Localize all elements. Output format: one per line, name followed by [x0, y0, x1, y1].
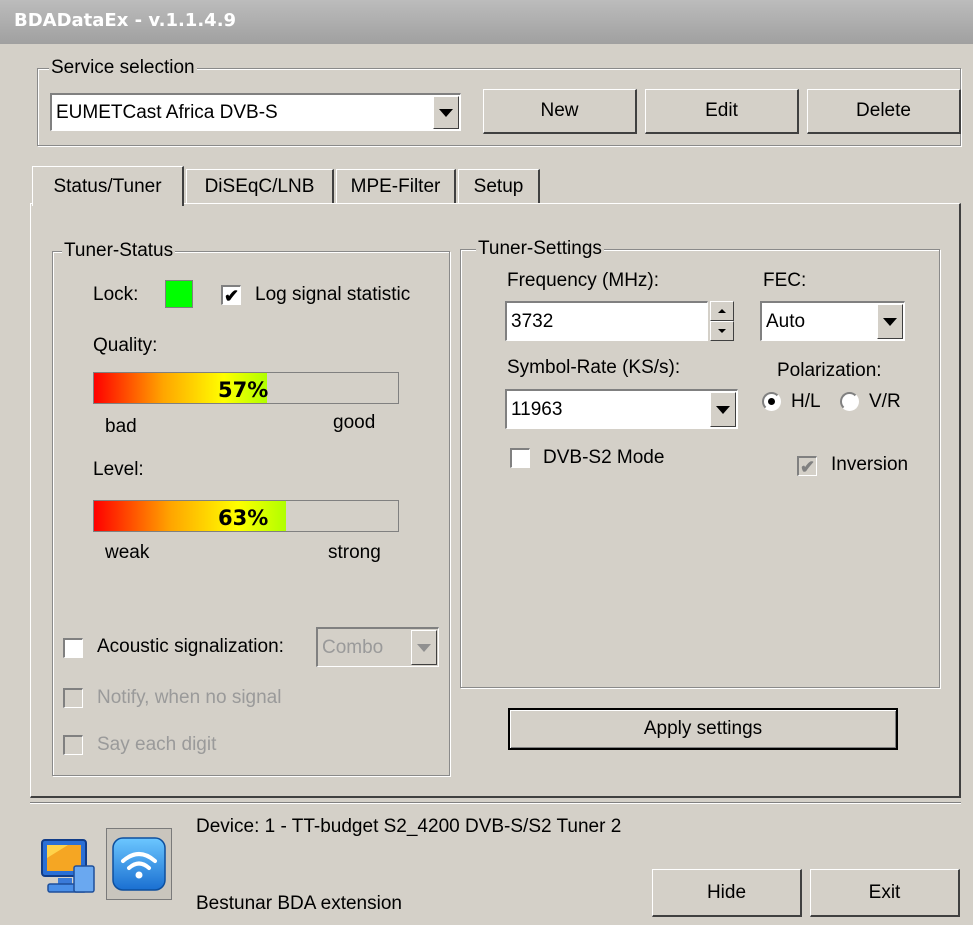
fec-dropdown-button[interactable]	[877, 304, 903, 339]
tuner-settings-label: Tuner-Settings	[476, 238, 604, 259]
frequency-label: Frequency (MHz):	[507, 270, 660, 291]
arrow-down-icon	[718, 329, 726, 333]
polarization-vr-label: V/R	[869, 391, 901, 412]
dvbs2-checkbox[interactable]	[510, 448, 530, 468]
title-bar: BDADataEx - v.1.1.4.9	[0, 0, 973, 44]
tab-setup[interactable]: Setup	[458, 169, 540, 203]
tuner-status-label: Tuner-Status	[62, 240, 176, 261]
polarization-hl-label: H/L	[791, 391, 821, 412]
window-title: BDADataEx - v.1.1.4.9	[14, 10, 237, 31]
tab-diseqc-lnb[interactable]: DiSEqC/LNB	[186, 169, 334, 203]
apply-settings-button[interactable]: Apply settings	[508, 708, 898, 750]
monitor-icon	[38, 838, 98, 896]
exit-button[interactable]: Exit	[810, 869, 960, 917]
level-value: 63%	[218, 506, 269, 530]
polarization-vr-radio[interactable]	[840, 392, 859, 411]
symbol-rate-dropdown-button[interactable]	[710, 392, 736, 427]
acoustic-select[interactable]: Combo	[316, 627, 439, 667]
fec-value: Auto	[766, 310, 806, 332]
extension-label: Bestunar BDA extension	[196, 893, 402, 914]
tab-setup-label: Setup	[473, 175, 524, 197]
symbol-rate-value: 11963	[511, 398, 563, 420]
log-signal-checkbox[interactable]: ✔	[221, 285, 241, 305]
frequency-spin-down[interactable]	[710, 321, 734, 341]
level-high-label: strong	[328, 542, 381, 563]
acoustic-select-value: Combo	[322, 636, 384, 658]
frequency-value: 3732	[511, 310, 554, 332]
footer-divider	[30, 802, 961, 804]
tab-status-tuner-label: Status/Tuner	[53, 175, 162, 197]
quality-low-label: bad	[105, 416, 137, 437]
frequency-input[interactable]: 3732	[505, 301, 708, 341]
level-label: Level:	[93, 459, 144, 480]
acoustic-label: Acoustic signalization:	[97, 636, 284, 657]
service-selection-label: Service selection	[49, 57, 197, 78]
device-label: Device: 1 - TT-budget S2_4200 DVB-S/S2 T…	[196, 816, 622, 837]
log-signal-label: Log signal statistic	[255, 284, 411, 305]
lock-indicator	[165, 280, 193, 308]
chevron-down-icon	[716, 405, 730, 414]
new-button[interactable]: New	[483, 89, 637, 134]
symbol-rate-select[interactable]: 11963	[505, 389, 738, 429]
chevron-down-icon	[439, 108, 453, 117]
quality-label: Quality:	[93, 335, 158, 356]
chevron-down-icon	[417, 643, 431, 652]
say-digit-checkbox[interactable]	[63, 735, 83, 755]
polarization-hl-radio[interactable]	[762, 392, 781, 411]
service-dropdown-button[interactable]	[433, 96, 459, 129]
service-select[interactable]: EUMETCast Africa DVB-S	[50, 93, 461, 131]
chevron-down-icon	[883, 317, 897, 326]
wifi-icon	[106, 828, 172, 900]
frequency-spin-up[interactable]	[710, 301, 734, 321]
dvbs2-label: DVB-S2 Mode	[543, 447, 665, 468]
lock-label: Lock:	[93, 284, 139, 305]
service-select-value: EUMETCast Africa DVB-S	[56, 101, 278, 123]
hide-button[interactable]: Hide	[652, 869, 802, 917]
say-digit-label: Say each digit	[97, 734, 217, 755]
fec-label: FEC:	[763, 270, 807, 291]
quality-value: 57%	[218, 378, 269, 402]
quality-high-label: good	[333, 412, 376, 433]
tab-status-tuner[interactable]: Status/Tuner	[32, 166, 184, 206]
tab-mpe-filter-label: MPE-Filter	[350, 175, 441, 197]
radio-dot-icon	[768, 398, 775, 405]
inversion-label: Inversion	[831, 454, 909, 475]
level-low-label: weak	[105, 542, 150, 563]
edit-button[interactable]: Edit	[645, 89, 799, 134]
delete-button[interactable]: Delete	[807, 89, 961, 134]
notify-label: Notify, when no signal	[97, 687, 282, 708]
tab-diseqc-lnb-label: DiSEqC/LNB	[204, 175, 315, 197]
symbol-rate-label: Symbol-Rate (KS/s):	[507, 357, 681, 378]
polarization-label: Polarization:	[777, 360, 882, 381]
notify-checkbox[interactable]	[63, 688, 83, 708]
acoustic-dropdown-button[interactable]	[411, 630, 437, 665]
acoustic-checkbox[interactable]	[63, 638, 83, 658]
arrow-up-icon	[718, 309, 726, 313]
fec-select[interactable]: Auto	[760, 301, 905, 341]
tab-mpe-filter[interactable]: MPE-Filter	[336, 169, 456, 203]
inversion-checkbox[interactable]: ✔	[797, 456, 817, 476]
